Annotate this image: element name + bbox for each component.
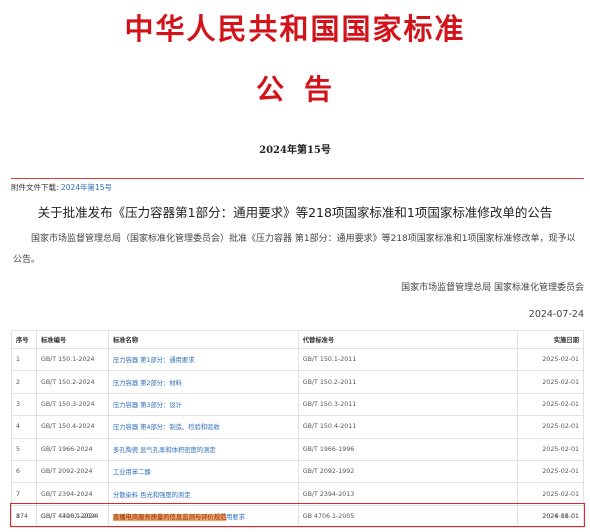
attachment-link[interactable]: 2024年第15号: [61, 183, 112, 192]
cell-index: 5: [11, 437, 37, 461]
table-row: 3 GB/T 150.3-2024 压力容器 第3部分：设计 GB/T 150.…: [11, 392, 584, 417]
cell-index: 4: [11, 415, 37, 439]
cell-replaced: GB/T 1966-1996: [297, 437, 519, 461]
table-row: 1 GB/T 150.1-2024 压力容器 第1部分：通用要求 GB/T 15…: [11, 347, 584, 372]
table-row: 7 GB/T 2394-2024 分散染料 色光和强度的测定 GB/T 2394…: [11, 482, 584, 506]
issue-number: 2024年第15号: [259, 145, 331, 156]
table-row: 2 GB/T 150.2-2024 压力容器 第2部分：材料 GB/T 150.…: [11, 370, 584, 394]
cell-name-link[interactable]: 多孔陶瓷 显气孔率和体积密度的测定: [107, 437, 299, 461]
column-header-name: 标准名称: [107, 330, 299, 349]
standard-title: 中华人民共和国国家标准: [124, 12, 466, 46]
table-header-row: 序号 标准编号 标准名称 代替标准号 实施日期: [11, 330, 584, 349]
column-header-date: 实施日期: [517, 330, 584, 349]
cell-replaced: GB/T 2092-1992: [297, 459, 519, 484]
announcement-date: 2024-07-24: [528, 309, 584, 320]
column-header-replaced: 代替标准号: [297, 330, 519, 349]
cell-code: GB/T 150.4-2024: [35, 415, 109, 439]
cell-date: 2025-02-01: [517, 392, 584, 417]
cell-code: GB/T 150.2-2024: [35, 370, 109, 394]
signing-organization: 国家市场监督管理总局 国家标准化管理委员会: [401, 283, 584, 293]
cell-code: GB/T 1966-2024: [35, 437, 109, 461]
attachment-label: 附件文件下载:: [11, 183, 59, 192]
table-row: 6 GB/T 2092-2024 工业用苯二酸 GB/T 2092-1992 2…: [11, 459, 584, 484]
announcement-headline: 关于批准发布《压力容器第1部分：通用要求》等218项国家标准和1项国家标准修改单…: [37, 205, 553, 220]
cell-date: 2025-02-01: [517, 459, 584, 484]
cell-index: 2: [11, 370, 37, 394]
cell-name-link[interactable]: 压力容器 第1部分：通用要求: [107, 347, 299, 372]
cell-code: GB/T 2394-2024: [35, 482, 109, 506]
cell-name-link[interactable]: 压力容器 第2部分：材料: [107, 370, 299, 394]
announcement-body: 国家市场监督管理总局（国家标准化管理委员会）批准《压力容器 第1部分：通用要求》…: [13, 234, 576, 265]
column-header-code: 标准编号: [35, 330, 109, 349]
announcement-heading: 公告: [255, 73, 352, 106]
column-header-index: 序号: [11, 330, 37, 349]
cell-index: 1: [11, 347, 37, 372]
cell-name-link[interactable]: 压力容器 第4部分：制造、检验和验收: [107, 415, 299, 439]
cell-replaced: GB/T 150.2-2011: [297, 370, 519, 394]
cell-replaced: GB/T 150.3-2011: [297, 392, 519, 417]
cell-name-link[interactable]: 工业用苯二酸: [107, 459, 299, 484]
red-divider: [11, 178, 584, 179]
table-row: 4 GB/T 150.4-2024 压力容器 第4部分：制造、检验和验收 GB/…: [11, 415, 584, 439]
table-row: 5 GB/T 1966-2024 多孔陶瓷 显气孔率和体积密度的测定 GB/T …: [11, 437, 584, 461]
cell-replaced: GB/T 2394-2013: [297, 482, 519, 506]
cell-index: 6: [11, 459, 37, 484]
cell-replaced: GB/T 150.4-2011: [297, 415, 519, 439]
cell-code: GB/T 150.1-2024: [35, 347, 109, 372]
cell-date: 2025-02-01: [517, 347, 584, 372]
cell-code: GB/T 2092-2024: [35, 459, 109, 484]
cell-date: 2025-02-01: [517, 370, 584, 394]
attachment-row: 附件文件下载: 2024年第15号: [11, 182, 112, 193]
highlight-box: [10, 503, 585, 527]
cell-name-link[interactable]: 分散染料 色光和强度的测定: [107, 482, 299, 506]
cell-date: 2025-02-01: [517, 415, 584, 439]
cell-date: 2025-02-01: [517, 437, 584, 461]
cell-name-link[interactable]: 压力容器 第3部分：设计: [107, 392, 299, 417]
cell-index: 7: [11, 482, 37, 506]
cell-date: 2025-02-01: [517, 482, 584, 506]
cell-code: GB/T 150.3-2024: [35, 392, 109, 417]
standards-table: 序号 标准编号 标准名称 代替标准号 实施日期 1 GB/T 150.1-202…: [11, 330, 584, 529]
cell-index: 3: [11, 392, 37, 417]
cell-replaced: GB/T 150.1-2011: [297, 347, 519, 372]
